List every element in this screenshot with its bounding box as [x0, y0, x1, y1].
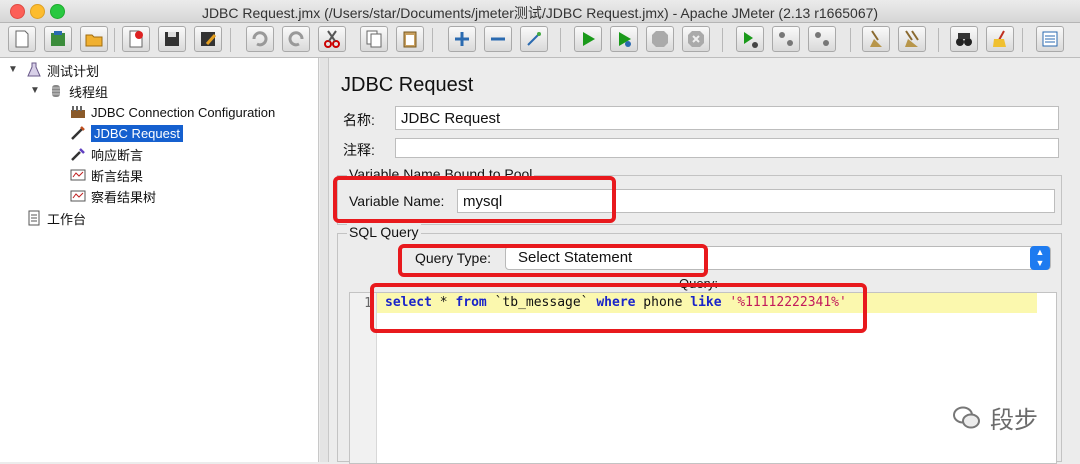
window-title: JDBC Request.jmx (/Users/star/Documents/…	[201, 5, 879, 21]
listener-icon	[70, 169, 86, 181]
templates-button[interactable]	[44, 26, 72, 52]
close-button[interactable]	[122, 26, 150, 52]
splitter-handle[interactable]	[320, 58, 329, 462]
start-button[interactable]	[574, 26, 602, 52]
tree-item-label: 线程组	[69, 84, 109, 100]
toolbar	[0, 23, 1080, 58]
tree-item-label: 察看结果树	[91, 189, 157, 205]
sql-query-legend: SQL Query	[347, 224, 421, 240]
save-as-icon	[201, 32, 217, 46]
redo-button[interactable]	[282, 26, 310, 52]
panel-title: JDBC Request	[341, 74, 474, 96]
search-button[interactable]	[950, 26, 978, 52]
remote-stop-icon	[779, 32, 793, 46]
expand-all-button[interactable]	[448, 26, 476, 52]
tree-item-label: 测试计划	[47, 63, 100, 79]
play-no-pause-icon	[619, 32, 631, 47]
chevron-up-down-icon: ▲ ▼	[1030, 246, 1050, 270]
clear-all-button[interactable]	[898, 26, 926, 52]
comment-input[interactable]	[395, 138, 1059, 158]
save-button[interactable]	[158, 26, 186, 52]
open-button[interactable]	[80, 26, 108, 52]
thread-group-icon	[52, 85, 60, 97]
tree-item-label: 响应断言	[91, 147, 144, 163]
tree-item-test-plan[interactable]: 测试计划	[26, 60, 99, 80]
clear-button[interactable]	[862, 26, 890, 52]
broom-all-icon	[905, 30, 919, 47]
test-plan-icon	[27, 62, 41, 77]
tree-item-label: 工作台	[47, 211, 87, 227]
tree-item-label: JDBC Request	[91, 124, 183, 142]
new-file-icon	[15, 30, 29, 48]
redo-icon	[288, 31, 304, 47]
broom-icon	[870, 30, 882, 47]
tree-item-response-assertion[interactable]: 响应断言	[70, 144, 143, 164]
minus-icon	[491, 37, 505, 41]
binoculars-icon	[956, 33, 972, 46]
watermark: 段步	[952, 400, 1038, 435]
close-file-icon	[129, 30, 143, 48]
config-element-icon	[71, 106, 85, 118]
tree-item-view-results-tree[interactable]: 察看结果树	[70, 186, 156, 206]
tree-item-jdbc-request[interactable]: JDBC Request	[70, 123, 183, 143]
shutdown-button[interactable]	[682, 26, 710, 52]
open-folder-icon	[85, 34, 103, 47]
tree-item-workbench[interactable]: 工作台	[26, 208, 86, 228]
paste-button[interactable]	[396, 26, 424, 52]
name-label: 名称:	[343, 112, 375, 128]
templates-icon	[51, 31, 65, 46]
save-as-button[interactable]	[194, 26, 222, 52]
start-no-pauses-button[interactable]	[610, 26, 638, 52]
remote-shutdown-icon	[815, 32, 829, 46]
list-icon	[1042, 31, 1058, 47]
new-button[interactable]	[8, 26, 36, 52]
tree-item-label: 断言结果	[91, 168, 144, 184]
tree-item-label: JDBC Connection Configuration	[91, 104, 276, 120]
tree-item-thread-group[interactable]: 线程组	[48, 81, 108, 101]
assertion-icon	[71, 148, 85, 161]
scissors-icon	[324, 30, 340, 48]
stop-icon	[652, 31, 668, 47]
expand-toggle-icon[interactable]: ▼	[30, 85, 40, 96]
save-disk-icon	[165, 32, 179, 46]
remote-start-icon	[744, 32, 758, 48]
toggle-button[interactable]	[520, 26, 548, 52]
highlight-query-type	[398, 244, 708, 277]
tree-item-jdbc-connection-configuration[interactable]: JDBC Connection Configuration	[70, 102, 275, 122]
toggle-wand-icon	[527, 32, 541, 46]
undo-icon	[252, 31, 268, 47]
copy-button[interactable]	[360, 26, 388, 52]
remote-stop-button[interactable]	[772, 26, 800, 52]
listener-icon	[70, 190, 86, 202]
tree-item-assertion-results[interactable]: 断言结果	[70, 165, 143, 185]
test-plan-tree: ▼ 测试计划 ▼ 线程组 JDBC Connection Configurati…	[0, 58, 319, 462]
comment-label: 注释:	[343, 142, 375, 158]
function-helper-button[interactable]	[1036, 26, 1064, 52]
expand-toggle-icon[interactable]: ▼	[8, 64, 18, 75]
watermark-text: 段步	[990, 407, 1038, 434]
stop-button[interactable]	[646, 26, 674, 52]
play-icon	[583, 32, 595, 46]
highlight-query	[370, 283, 867, 333]
clipboard-icon	[403, 31, 417, 48]
copy-icon	[366, 30, 382, 48]
title-bar: JDBC Request.jmx (/Users/star/Documents/…	[0, 0, 1080, 23]
wechat-icon	[953, 406, 980, 428]
name-input[interactable]: JDBC Request	[395, 106, 1059, 130]
reset-broom-icon	[993, 30, 1006, 47]
reset-search-button[interactable]	[986, 26, 1014, 52]
cut-undo-button[interactable]	[246, 26, 274, 52]
shutdown-icon	[688, 31, 704, 47]
remote-shutdown-button[interactable]	[808, 26, 836, 52]
remote-start-button[interactable]	[736, 26, 764, 52]
sampler-pen-icon	[71, 126, 85, 140]
collapse-all-button[interactable]	[484, 26, 512, 52]
highlight-variable-name	[333, 176, 616, 223]
cut-button[interactable]	[318, 26, 346, 52]
plus-icon	[455, 32, 469, 46]
workbench-icon	[28, 210, 40, 226]
